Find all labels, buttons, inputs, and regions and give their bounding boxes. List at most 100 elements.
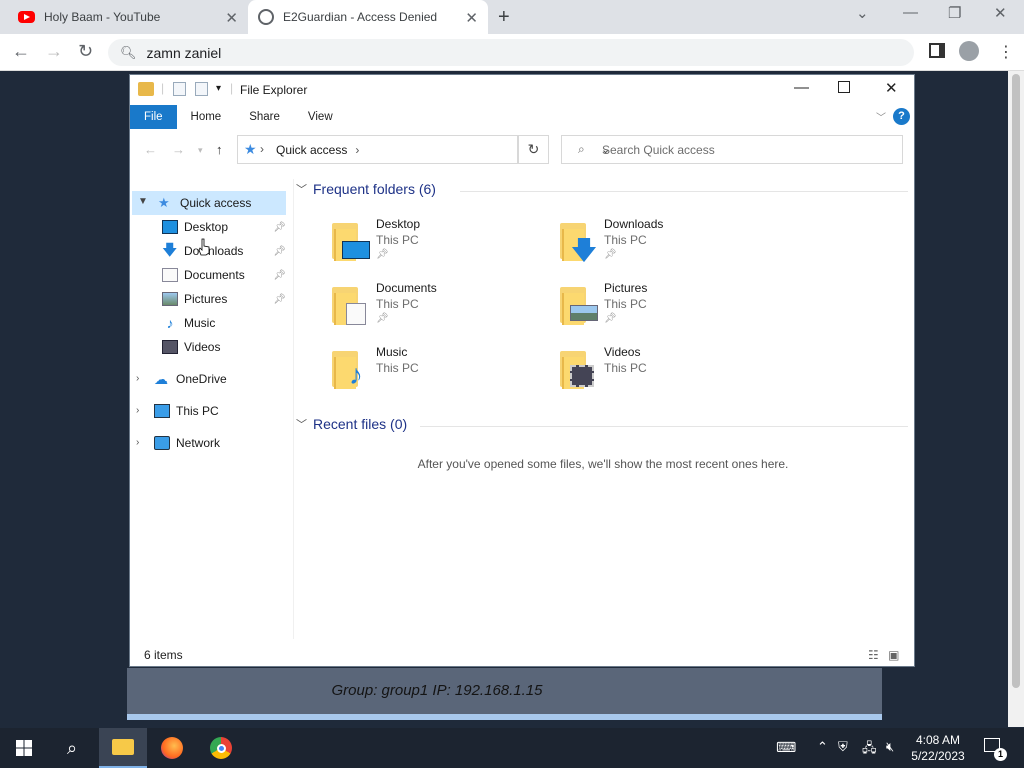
chevron-right-icon[interactable]: › <box>136 373 139 384</box>
new-tab-icon[interactable]: + <box>498 6 510 29</box>
clock-date: 5/22/2023 <box>911 749 965 763</box>
pin-icon: 📌︎ <box>604 313 617 324</box>
recent-files-header[interactable]: ﹀ Recent files (0) <box>296 416 407 432</box>
chevron-down-icon[interactable]: ﹀ <box>296 181 307 197</box>
taskbar-firefox[interactable] <box>148 728 196 768</box>
folder-location: This PC <box>376 233 419 247</box>
tab-search-icon[interactable]: ⌄ <box>856 4 869 22</box>
new-folder-icon[interactable] <box>195 82 208 96</box>
sidebar-item-music[interactable]: ♪ Music <box>162 311 286 335</box>
network-status-icon[interactable]: 🖧︎ <box>862 739 877 761</box>
customize-toolbar-icon[interactable]: ▾ <box>216 83 221 94</box>
tab-view[interactable]: View <box>294 105 347 129</box>
back-icon[interactable]: ← <box>12 41 30 62</box>
sidebar-item-videos[interactable]: Videos <box>162 335 286 359</box>
folder-name: Videos <box>604 345 641 359</box>
volume-muted-icon[interactable]: 🔇︎ <box>886 739 894 755</box>
forward-icon[interactable]: → <box>172 142 185 157</box>
taskbar-chrome[interactable] <box>197 728 245 768</box>
tab-share[interactable]: Share <box>235 105 294 129</box>
expand-ribbon-icon[interactable]: ﹀ <box>876 109 886 124</box>
system-clock[interactable]: 4:08 AM 5/22/2023 <box>905 732 971 764</box>
address-text: zamn zaniel <box>146 44 222 61</box>
chevron-up-icon[interactable]: ⌃ <box>817 739 828 755</box>
chevron-down-icon[interactable]: ﹀ <box>296 416 307 432</box>
sidebar-label: Documents <box>184 268 245 282</box>
close-window-icon[interactable]: ✕ <box>994 4 1007 22</box>
file-explorer-window: | ▾ | File Explorer — ✕ File Home Share … <box>129 74 915 667</box>
address-box[interactable]: ★ › Quick access › ⌄ <box>237 135 610 164</box>
refresh-button[interactable]: ↻ <box>518 135 549 164</box>
security-icon[interactable]: ⛨ <box>838 739 848 755</box>
details-view-icon[interactable]: ☷ <box>868 648 879 662</box>
chevron-right-icon[interactable]: › <box>136 437 139 448</box>
taskbar-search-button[interactable]: ⌕ <box>48 728 96 768</box>
pane-divider[interactable] <box>293 179 294 639</box>
folder-name: Music <box>376 345 408 359</box>
keyboard-icon[interactable]: ⌨ <box>776 739 796 756</box>
tab-youtube[interactable]: Holy Baam - YouTube ✕ <box>8 0 248 34</box>
sidebar-item-desktop[interactable]: Desktop 📌︎ <box>162 215 286 239</box>
folder-tile-downloads[interactable]: 🡇 Downloads This PC 📌︎ <box>558 215 778 271</box>
properties-icon[interactable] <box>173 82 186 96</box>
restore-icon[interactable]: ❐ <box>948 4 961 22</box>
recent-locations-icon[interactable]: ▾ <box>198 145 203 156</box>
tab-file[interactable]: File <box>130 105 177 129</box>
up-icon[interactable]: ↑ <box>216 142 223 157</box>
sidebar-item-quick-access[interactable]: ▼ ★ Quick access <box>132 191 286 215</box>
folder-tile-videos[interactable]: Videos This PC <box>558 343 778 399</box>
folder-tile-music[interactable]: ♪ Music This PC <box>330 343 550 399</box>
tab-title: E2Guardian - Access Denied <box>283 10 438 24</box>
search-input[interactable]: ⌕ Search Quick access <box>561 135 903 164</box>
sidebar-label: Videos <box>184 340 221 354</box>
profile-avatar[interactable] <box>959 41 979 61</box>
chrome-icon <box>210 737 232 759</box>
breadcrumb[interactable]: Quick access <box>276 143 347 157</box>
sidebar-item-onedrive[interactable]: ☁ OneDrive <box>154 367 286 391</box>
tab-e2guardian[interactable]: E2Guardian - Access Denied ✕ <box>248 0 488 34</box>
folder-tile-documents[interactable]: Documents This PC 📌︎ <box>330 279 550 335</box>
close-icon[interactable]: ✕ <box>885 79 898 97</box>
address-bar[interactable]: 🔍︎ zamn zaniel <box>108 39 914 66</box>
scrollbar-thumb[interactable] <box>1012 74 1020 688</box>
sidebar-item-network[interactable]: Network <box>154 431 286 455</box>
menu-icon[interactable]: ⋮ <box>998 42 1014 62</box>
minimize-icon[interactable]: — <box>794 79 809 96</box>
sidebar-item-this-pc[interactable]: This PC <box>154 399 286 423</box>
window-title: File Explorer <box>240 83 308 97</box>
view-toggle: ☷ ▣ <box>868 648 899 662</box>
folder-tile-desktop[interactable]: Desktop This PC 📌︎ <box>330 215 550 271</box>
side-panel-icon[interactable] <box>929 43 945 58</box>
group-ip-line: Group: group1 IP: 192.168.1.15 <box>331 682 543 699</box>
chevron-right-icon[interactable]: › <box>355 143 359 157</box>
music-note-icon: ♪ <box>349 359 363 390</box>
sidebar-item-documents[interactable]: Documents 📌︎ <box>162 263 286 287</box>
search-icon: ⌕ <box>66 737 78 758</box>
start-button[interactable] <box>0 728 48 768</box>
folder-name: Pictures <box>604 281 648 295</box>
reload-icon[interactable]: ↻ <box>78 41 93 62</box>
taskbar-file-explorer[interactable] <box>99 728 147 768</box>
back-icon[interactable]: ← <box>144 142 157 157</box>
folder-tile-pictures[interactable]: Pictures This PC 📌︎ <box>558 279 778 335</box>
tab-home[interactable]: Home <box>177 105 236 129</box>
quick-access-star-icon: ★ <box>244 141 257 157</box>
chevron-down-icon[interactable]: ▼ <box>138 196 148 207</box>
notification-center-button[interactable]: 1 <box>982 736 1007 761</box>
pin-icon: 📌︎ <box>273 293 286 305</box>
sidebar-item-pictures[interactable]: Pictures 📌︎ <box>162 287 286 311</box>
minimize-icon[interactable]: — <box>903 4 918 21</box>
group-title: Frequent folders (6) <box>313 181 436 197</box>
maximize-icon[interactable] <box>838 81 850 93</box>
close-tab-icon[interactable]: ✕ <box>225 9 238 27</box>
forward-icon[interactable]: → <box>45 41 63 62</box>
frequent-folders-header[interactable]: ﹀ Frequent folders (6) <box>296 181 436 197</box>
folder-icon <box>112 739 134 755</box>
folder-location: This PC <box>604 361 647 375</box>
large-icons-view-icon[interactable]: ▣ <box>888 648 899 662</box>
chevron-right-icon[interactable]: › <box>136 405 139 416</box>
close-tab-icon[interactable]: ✕ <box>465 9 478 27</box>
sidebar-item-downloads[interactable]: 🡇 Downloads 📌︎ <box>162 239 286 263</box>
star-icon: ★ <box>158 195 170 210</box>
help-icon[interactable]: ? <box>893 108 910 125</box>
